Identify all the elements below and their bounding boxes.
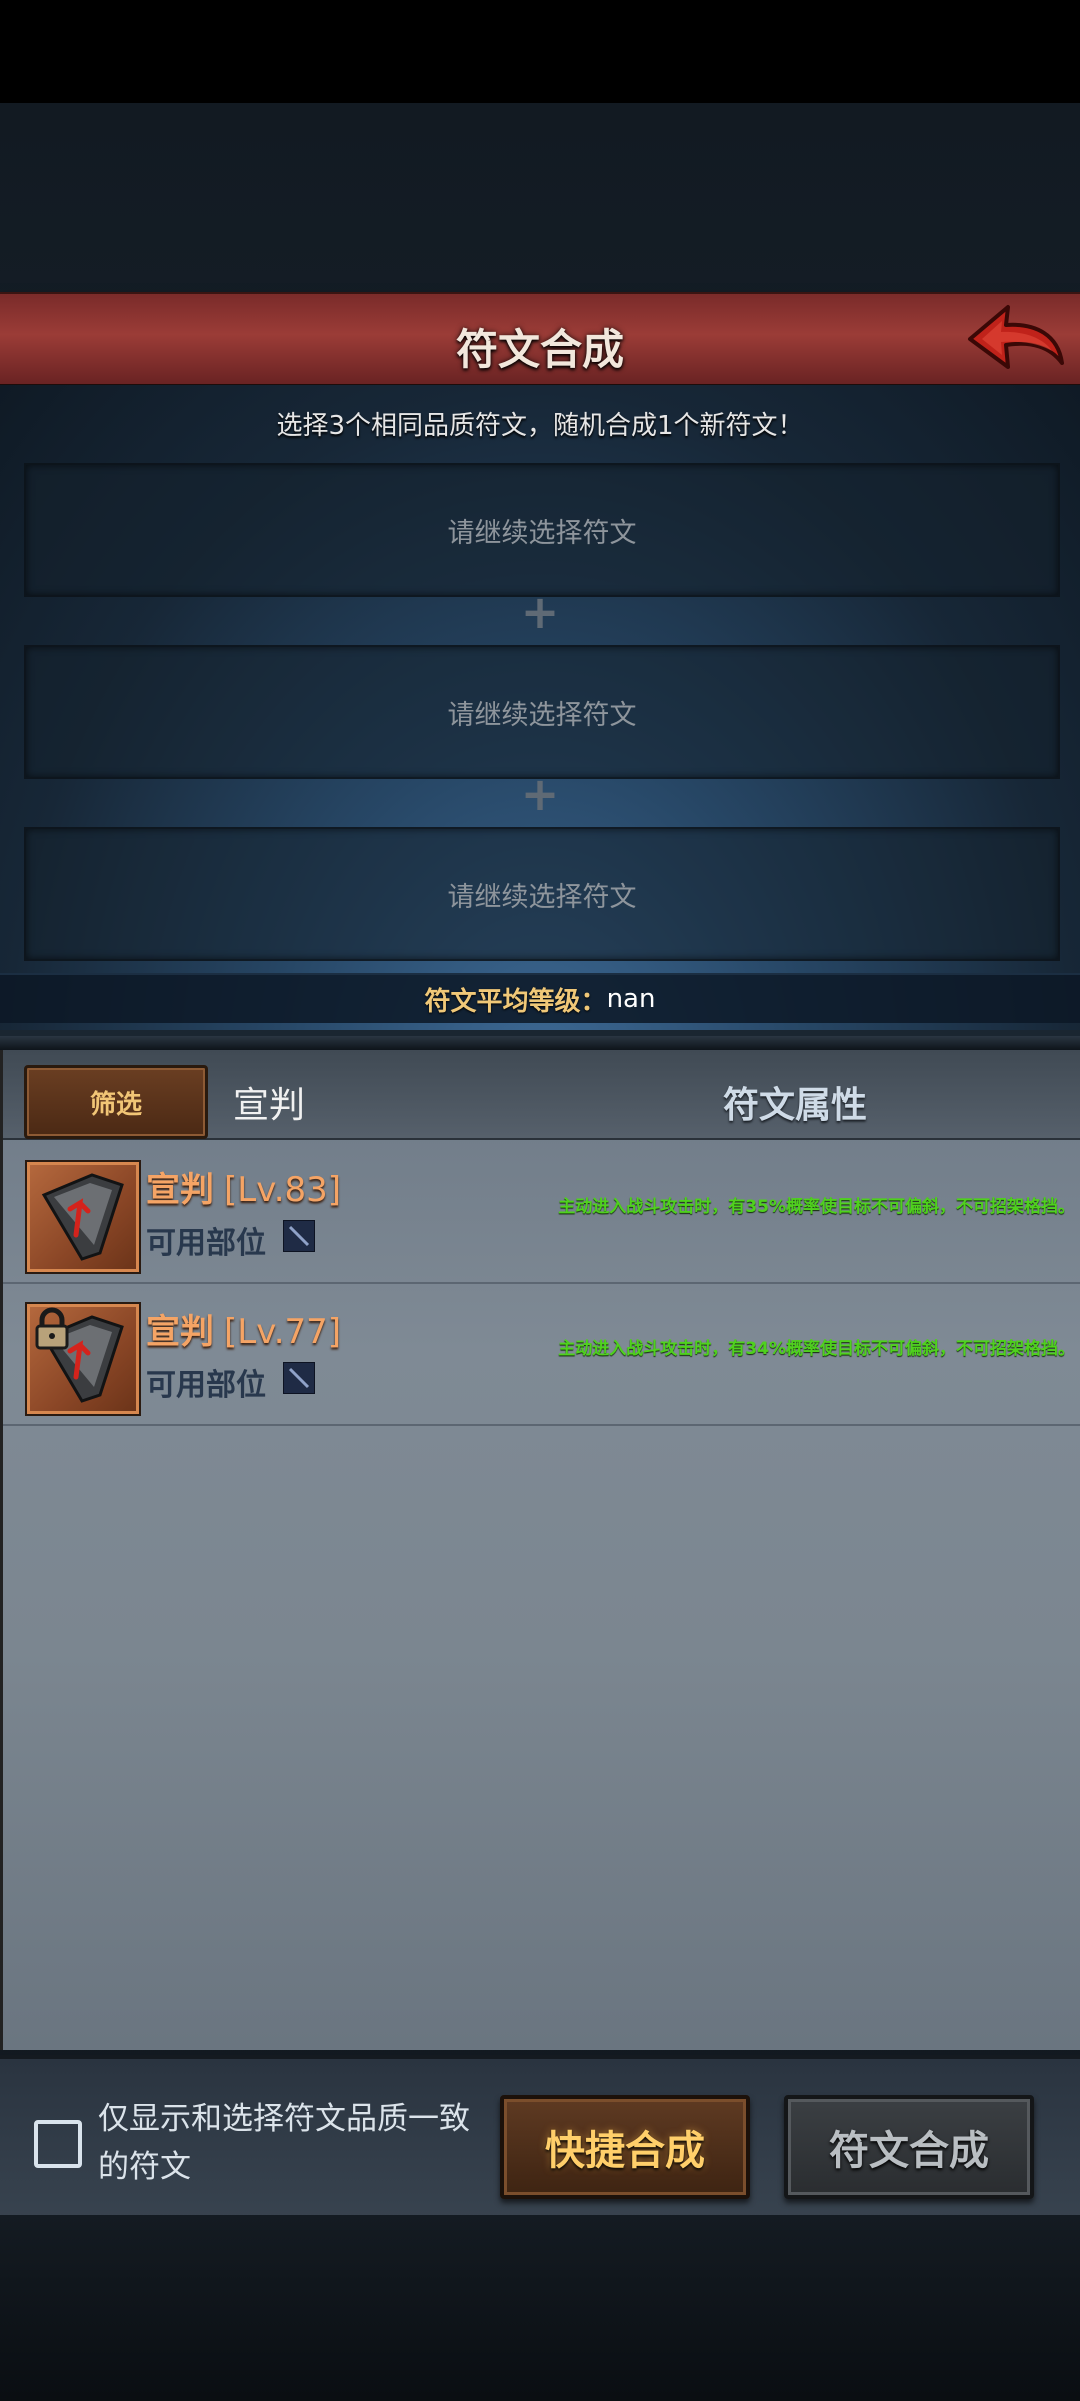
average-level-bar: 符文平均等级： nan bbox=[0, 973, 1080, 1023]
weapon-slot-icon bbox=[283, 1362, 315, 1394]
lock-icon bbox=[35, 1307, 69, 1350]
plus-icon: + bbox=[520, 767, 560, 821]
rune-name-text: 宣判 bbox=[146, 1312, 214, 1352]
rune-level: [Lv.77] bbox=[224, 1312, 342, 1352]
rune-icon[interactable] bbox=[27, 1162, 139, 1272]
filter-button[interactable]: 筛选 bbox=[24, 1065, 208, 1139]
plus-icon: + bbox=[520, 585, 560, 639]
available-slot-label: 可用部位 bbox=[146, 1226, 266, 1261]
section-divider bbox=[0, 1036, 1080, 1050]
rune-name-text: 宣判 bbox=[146, 1170, 214, 1210]
average-level-label: 符文平均等级： bbox=[424, 986, 607, 1017]
back-arrow-icon bbox=[968, 305, 1064, 369]
rune-slot-2[interactable]: 请继续选择符文 bbox=[24, 645, 1060, 779]
combine-instruction: 选择3个相同品质符文，随机合成1个新符文！ bbox=[276, 411, 804, 441]
bottom-action-bar: 仅显示和选择符文品质一致的符文 快捷合成 符文合成 bbox=[0, 2055, 1080, 2219]
filter-row: 筛选 宣判 符文属性 bbox=[3, 1050, 1080, 1140]
same-quality-checkbox-label[interactable]: 仅显示和选择符文品质一致的符文 bbox=[98, 2095, 478, 2191]
average-level-value: nan bbox=[606, 984, 656, 1014]
rune-effect: 主动进入战斗攻击时，有34%概率使目标不可偏斜，不可招架格挡。 bbox=[558, 1339, 1075, 1359]
rune-slot-1[interactable]: 请继续选择符文 bbox=[24, 463, 1060, 597]
page-title: 符文合成 bbox=[455, 325, 624, 374]
rune-list-item[interactable]: 宣判 [Lv.83] 可用部位 主动进入战斗攻击时，有35%概率使目标不可偏斜，不… bbox=[3, 1142, 1080, 1284]
available-slot-label: 可用部位 bbox=[146, 1368, 266, 1403]
same-quality-checkbox[interactable] bbox=[34, 2120, 82, 2168]
rune-list-item[interactable]: 宣判 [Lv.77] 可用部位 主动进入战斗攻击时，有34%概率使目标不可偏斜，不… bbox=[3, 1284, 1080, 1426]
rune-level: [Lv.83] bbox=[224, 1170, 342, 1210]
back-button[interactable] bbox=[962, 298, 1070, 378]
rune-icon[interactable] bbox=[27, 1304, 139, 1414]
rune-list-panel: 筛选 宣判 符文属性 宣判 [Lv.83] 可用部位 主动进入战斗攻击时，有35%… bbox=[0, 1050, 1080, 2050]
rune-shard-icon bbox=[41, 1173, 124, 1261]
rune-effect: 主动进入战斗攻击时，有35%概率使目标不可偏斜，不可招架格挡。 bbox=[558, 1197, 1075, 1217]
filter-current-value: 宣判 bbox=[233, 1085, 306, 1126]
bottom-background bbox=[0, 2215, 1080, 2401]
combine-button[interactable]: 符文合成 bbox=[784, 2095, 1034, 2199]
rune-name: 宣判 [Lv.83] bbox=[146, 1162, 341, 1211]
rune-slot-3[interactable]: 请继续选择符文 bbox=[24, 827, 1060, 961]
title-bar: 符文合成 bbox=[0, 292, 1080, 387]
weapon-slot-icon bbox=[283, 1220, 315, 1252]
combine-panel: 选择3个相同品质符文，随机合成1个新符文！ 请继续选择符文 + 请继续选择符文 … bbox=[0, 385, 1080, 1030]
rune-name: 宣判 [Lv.77] bbox=[146, 1304, 341, 1353]
rune-attributes-header: 符文属性 bbox=[723, 1085, 868, 1126]
quick-combine-button[interactable]: 快捷合成 bbox=[500, 2095, 750, 2199]
